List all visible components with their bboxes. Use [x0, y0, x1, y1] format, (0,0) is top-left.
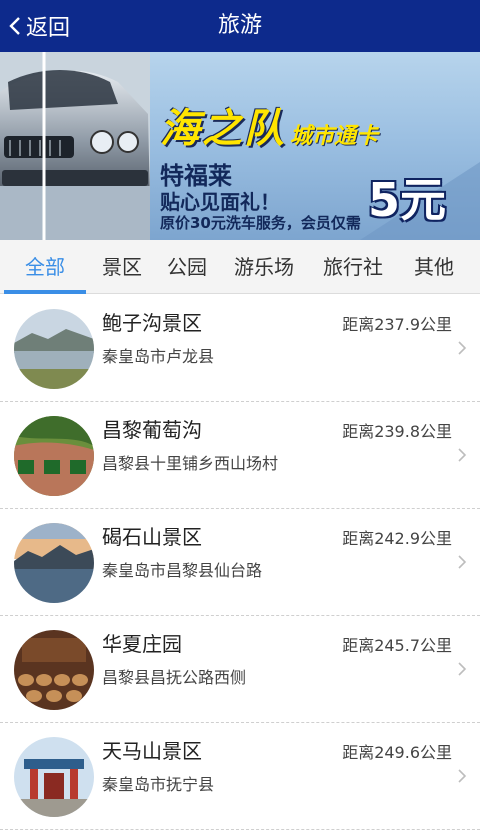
list-item[interactable]: 碣石山景区 秦皇岛市昌黎县仙台路 距离242.9公里 [0, 509, 480, 616]
attraction-thumbnail [14, 630, 94, 710]
attraction-thumbnail [14, 737, 94, 817]
attraction-name: 碣石山景区 [102, 525, 202, 549]
banner-slogan-sub: 城市通卡 [290, 124, 379, 149]
banner-promo-text: 原价30元洗车服务，会员仅需 [160, 214, 361, 232]
attraction-thumbnail [14, 416, 94, 496]
back-button[interactable]: 返回 [8, 0, 70, 52]
attraction-thumbnail [14, 523, 94, 603]
attraction-address: 秦皇岛市昌黎县仙台路 [102, 561, 263, 580]
attraction-distance: 距离249.6公里 [342, 743, 452, 762]
chevron-right-icon [458, 555, 467, 569]
attraction-name: 天马山景区 [102, 739, 202, 763]
attraction-distance: 距离237.9公里 [342, 315, 452, 334]
banner-price: 5元 [368, 173, 447, 227]
list-item[interactable]: 昌黎葡萄沟 昌黎县十里铺乡西山场村 距离239.8公里 [0, 402, 480, 509]
attraction-address: 秦皇岛市卢龙县 [102, 347, 215, 366]
tab-amusement-park[interactable]: 游乐场 [220, 240, 308, 294]
attraction-list: 鲍子沟景区 秦皇岛市卢龙县 距离237.9公里 昌黎葡萄沟 昌黎县十里铺乡西山场… [0, 295, 480, 830]
attraction-name: 华夏庄园 [102, 632, 182, 656]
chevron-right-icon [458, 769, 467, 783]
attraction-distance: 距离239.8公里 [342, 422, 452, 441]
chevron-right-icon [458, 341, 467, 355]
attraction-thumbnail [14, 309, 94, 389]
attraction-distance: 距离245.7公里 [342, 636, 452, 655]
chevron-right-icon [458, 662, 467, 676]
attraction-name: 昌黎葡萄沟 [102, 418, 202, 442]
tab-park[interactable]: 公园 [154, 240, 220, 294]
attraction-distance: 距离242.9公里 [342, 529, 452, 548]
top-bar: 返回 旅游 [0, 0, 480, 52]
banner-gift: 贴心见面礼！ [160, 190, 280, 214]
attraction-address: 昌黎县十里铺乡西山场村 [102, 454, 279, 473]
tab-travel-agency[interactable]: 旅行社 [308, 240, 398, 294]
tab-other[interactable]: 其他 [398, 240, 470, 294]
list-item[interactable]: 鲍子沟景区 秦皇岛市卢龙县 距离237.9公里 [0, 295, 480, 402]
banner-slogan-main: 海之队 [160, 106, 286, 152]
tab-all[interactable]: 全部 [0, 240, 90, 294]
list-item[interactable]: 天马山景区 秦皇岛市抚宁县 距离249.6公里 [0, 723, 480, 830]
list-item[interactable]: 华夏庄园 昌黎县昌抚公路西侧 距离245.7公里 [0, 616, 480, 723]
page-title: 旅游 [217, 13, 262, 38]
chevron-right-icon [458, 448, 467, 462]
attraction-address: 昌黎县昌抚公路西侧 [102, 668, 247, 687]
attraction-name: 鲍子沟景区 [102, 311, 202, 335]
chevron-left-icon [9, 17, 20, 35]
back-label: 返回 [26, 16, 71, 41]
tab-scenic[interactable]: 景区 [90, 240, 154, 294]
promo-banner[interactable]: 海之队 城市通卡 特福莱 贴心见面礼！ 原价30元洗车服务，会员仅需 5元 [0, 52, 480, 240]
attraction-address: 秦皇岛市抚宁县 [102, 775, 215, 794]
category-tabs: 全部 景区 公园 游乐场 旅行社 其他 [0, 240, 480, 294]
